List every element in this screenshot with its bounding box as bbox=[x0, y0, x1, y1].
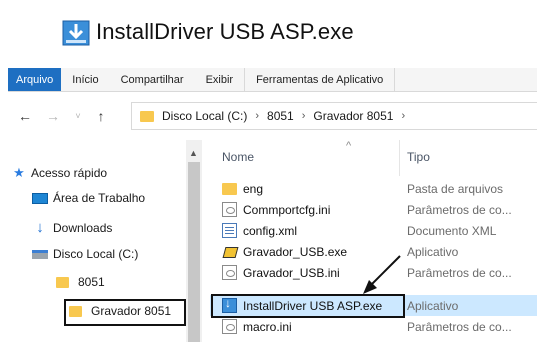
tab-compartilhar[interactable]: Compartilhar bbox=[110, 68, 195, 91]
column-header-tipo[interactable]: Tipo bbox=[407, 150, 430, 164]
desktop-icon bbox=[32, 192, 48, 204]
nav-item-downloads[interactable]: ↓ Downloads bbox=[32, 219, 112, 236]
navigation-pane: ★ Acesso rápido Área de Trabalho ↓ Downl… bbox=[8, 140, 202, 342]
ini-file-icon bbox=[222, 265, 237, 280]
file-type: Parâmetros de co... bbox=[407, 319, 512, 334]
nav-item-label: 8051 bbox=[78, 275, 105, 289]
file-type: Pasta de arquivos bbox=[407, 181, 504, 196]
file-name: eng bbox=[243, 181, 264, 196]
nav-item-label: Acesso rápido bbox=[31, 166, 108, 180]
file-name: config.xml bbox=[243, 223, 298, 238]
install-download-icon bbox=[62, 20, 90, 46]
file-type: Aplicativo bbox=[407, 244, 459, 259]
ini-file-icon bbox=[222, 202, 237, 217]
file-type: Aplicativo bbox=[407, 298, 459, 313]
nav-item-gravador-8051[interactable]: Gravador 8051 bbox=[64, 304, 171, 318]
breadcrumb-separator: › bbox=[301, 110, 306, 122]
scrollbar-thumb[interactable] bbox=[188, 162, 200, 342]
breadcrumb-separator: › bbox=[401, 110, 406, 122]
address-row: ← → ˅ ↑ Disco Local (C:) › 8051 › Gravad… bbox=[8, 102, 537, 130]
file-name: macro.ini bbox=[243, 319, 292, 334]
xml-file-icon bbox=[222, 223, 237, 238]
breadcrumb-disco-local[interactable]: Disco Local (C:) bbox=[162, 109, 247, 123]
column-header-nome[interactable]: Nome bbox=[222, 150, 254, 164]
file-type: Parâmetros de co... bbox=[407, 202, 512, 217]
folder-icon bbox=[56, 276, 69, 288]
nav-item-disco-local[interactable]: Disco Local (C:) bbox=[32, 247, 138, 261]
breadcrumb-separator: › bbox=[255, 110, 260, 122]
nav-item-8051[interactable]: 8051 bbox=[56, 275, 105, 289]
scroll-up-icon[interactable]: ▲ bbox=[189, 148, 198, 158]
folder-icon bbox=[140, 110, 154, 122]
tab-ferramentas-de-aplicativo[interactable]: Ferramentas de Aplicativo bbox=[245, 68, 396, 91]
column-divider[interactable] bbox=[399, 140, 400, 176]
file-name: Commportcfg.ini bbox=[243, 202, 331, 217]
folder-icon bbox=[222, 183, 237, 195]
nav-item-area-de-trabalho[interactable]: Área de Trabalho bbox=[32, 191, 145, 205]
file-name: Gravador_USB.exe bbox=[243, 244, 348, 259]
annotation-arrow-icon bbox=[363, 255, 401, 294]
drive-icon bbox=[32, 249, 48, 259]
file-header: InstallDriver USB ASP.exe bbox=[62, 14, 354, 50]
tab-inicio[interactable]: Início bbox=[61, 68, 109, 91]
sort-ascending-icon: ^ bbox=[346, 140, 352, 152]
ribbon-tabs: Arquivo Início Compartilhar Exibir Ferra… bbox=[8, 68, 537, 92]
star-icon: ★ bbox=[13, 165, 25, 180]
nav-item-label: Downloads bbox=[53, 220, 113, 235]
tab-exibir[interactable]: Exibir bbox=[195, 68, 246, 91]
back-button[interactable]: ← bbox=[14, 108, 36, 124]
nav-scrollbar[interactable]: ▲ bbox=[186, 140, 202, 342]
file-type: Documento XML bbox=[407, 223, 497, 238]
nav-item-acesso-rapido[interactable]: ★ Acesso rápido bbox=[12, 165, 107, 181]
ini-file-icon bbox=[222, 319, 237, 334]
file-name: Gravador_USB.ini bbox=[243, 265, 340, 280]
list-item-config-xml[interactable]: config.xml Documento XML bbox=[210, 220, 537, 241]
up-button[interactable]: ↑ bbox=[90, 108, 112, 124]
breadcrumb-gravador-8051[interactable]: Gravador 8051 bbox=[313, 109, 393, 123]
list-item-commportcfg[interactable]: Commportcfg.ini Parâmetros de co... bbox=[210, 199, 537, 220]
address-bar[interactable]: Disco Local (C:) › 8051 › Gravador 8051 … bbox=[131, 102, 537, 130]
nav-item-label: Gravador 8051 bbox=[91, 304, 172, 318]
file-type: Parâmetros de co... bbox=[407, 265, 512, 280]
forward-button[interactable]: → bbox=[42, 108, 64, 124]
app-chip-icon bbox=[222, 244, 237, 259]
nav-item-label: Área de Trabalho bbox=[53, 191, 146, 205]
recent-locations-button[interactable]: ˅ bbox=[70, 111, 86, 121]
download-arrow-icon: ↓ bbox=[36, 219, 44, 236]
breadcrumb-8051[interactable]: 8051 bbox=[267, 109, 294, 123]
tab-arquivo[interactable]: Arquivo bbox=[8, 68, 62, 91]
nav-item-label: Disco Local (C:) bbox=[53, 247, 139, 261]
list-item-macro-ini[interactable]: macro.ini Parâmetros de co... bbox=[210, 316, 537, 337]
list-item-eng[interactable]: eng Pasta de arquivos bbox=[210, 178, 537, 199]
file-title: InstallDriver USB ASP.exe bbox=[96, 19, 354, 44]
folder-icon bbox=[69, 305, 82, 317]
